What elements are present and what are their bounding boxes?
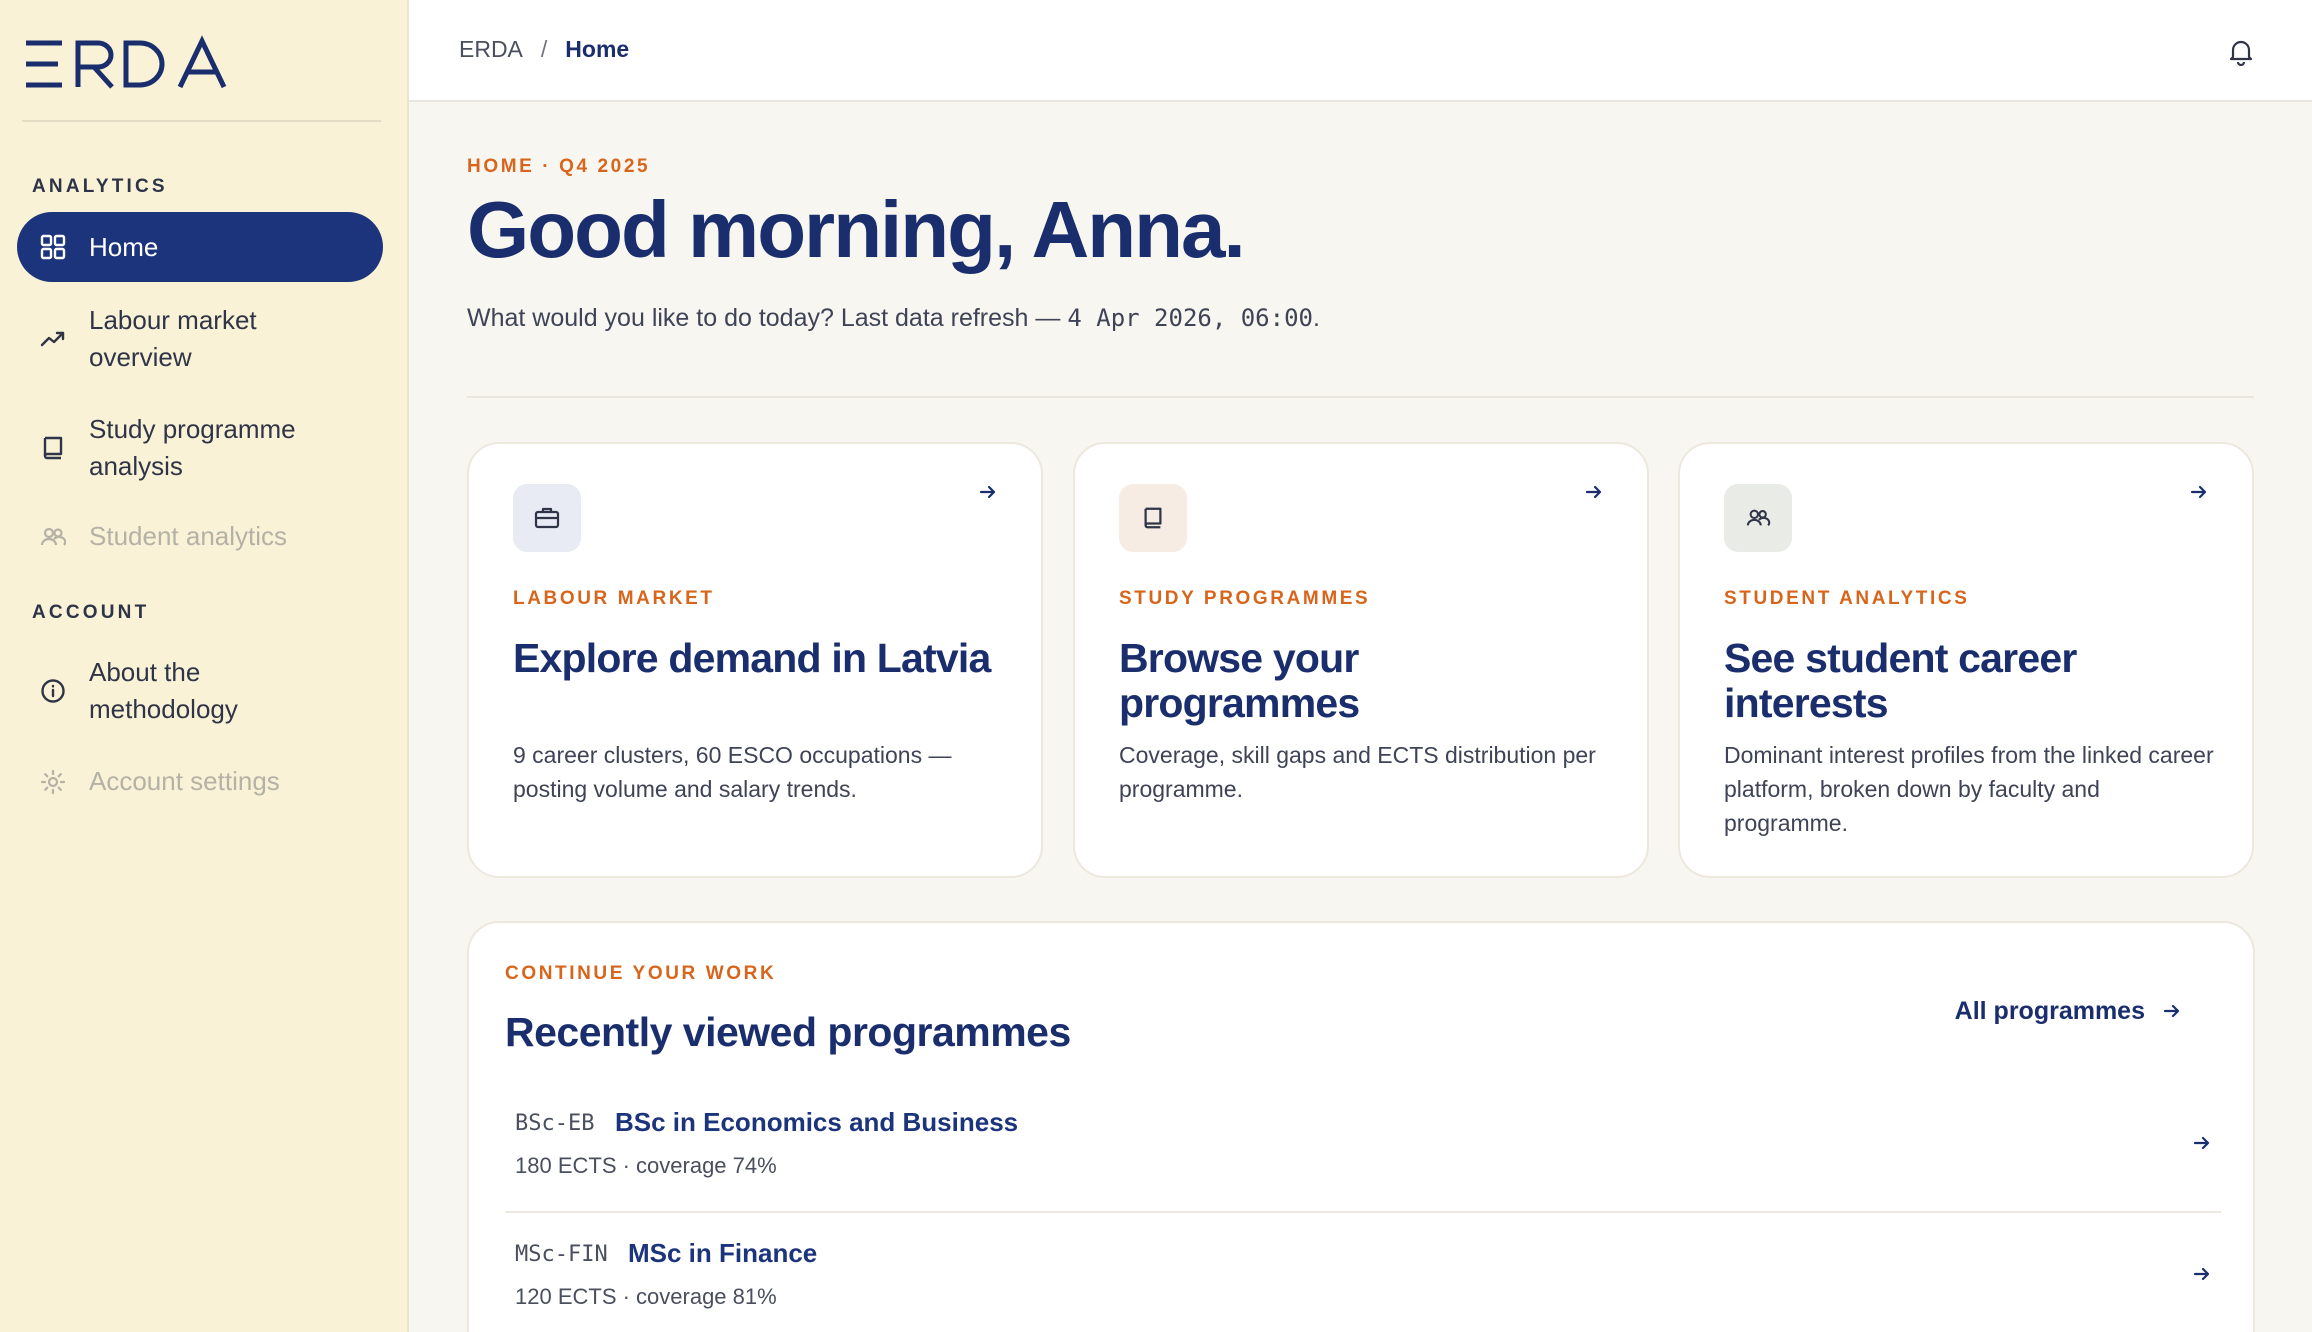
arrow-right-icon (2163, 997, 2181, 1026)
programme-meta: 180 ECTS · coverage 74% (515, 1153, 777, 1178)
erda-logo-wordmark (26, 35, 227, 89)
users-icon (17, 524, 89, 550)
label-line-2: analysis (89, 451, 183, 481)
sidebar-item-label: Labour market overview (89, 302, 257, 376)
subline-text: What would you like to do today? Last da… (467, 304, 1068, 332)
book-icon (17, 435, 89, 461)
section-label-analytics: ANALYTICS (32, 176, 168, 197)
card-description: Dominant interest profiles from the link… (1724, 742, 2214, 836)
grid-icon (17, 234, 89, 260)
logo-divider (22, 120, 381, 122)
sidebar-item-label: About the methodology (89, 654, 238, 728)
hero-eyebrow: HOME · Q4 2025 (467, 156, 651, 177)
arrow-right-icon (1585, 484, 1603, 505)
recent-eyebrow: CONTINUE YOUR WORK (505, 963, 777, 984)
label-line-2: overview (89, 342, 192, 372)
card-description: 9 career clusters, 60 ESCO occupations —… (513, 742, 952, 802)
sidebar-item-student-analytics: Student analytics (17, 518, 383, 555)
sidebar-item-label: Home (89, 231, 159, 262)
card-labour-market[interactable]: LABOUR MARKET Explore demand in Latvia 9… (467, 442, 1043, 878)
notifications-button[interactable] (2228, 38, 2254, 69)
label-line-1: About the (89, 657, 201, 687)
label-line-1: Labour market (89, 305, 257, 335)
sidebar-item-home[interactable]: Home (17, 212, 383, 282)
all-programmes-label: All programmes (1954, 997, 2145, 1025)
programme-row[interactable]: BSc-EB BSc in Economics and Business 180… (505, 1083, 2221, 1213)
recently-viewed-panel: CONTINUE YOUR WORK Recently viewed progr… (467, 921, 2255, 1332)
sidebar-item-label: Account settings (89, 766, 280, 796)
users-icon (1724, 484, 1792, 552)
breadcrumb-current: Home (565, 36, 630, 62)
breadcrumb-root-link[interactable]: ERDA (459, 36, 523, 63)
briefcase-icon (513, 484, 581, 552)
refresh-timestamp: 4 Apr 2026, 06:00 (1067, 304, 1313, 332)
subline-suffix: . (1312, 304, 1320, 332)
programme-name: MSc in Finance (628, 1238, 818, 1268)
card-eyebrow: STUDENT ANALYTICS (1724, 588, 1970, 609)
hero-divider (467, 396, 2254, 398)
bell-icon (2228, 40, 2254, 69)
hero-subline: What would you like to do today? Last da… (467, 304, 1320, 333)
card-title: See student career interests (1724, 635, 2077, 726)
card-title: Browse your programmes (1119, 635, 1360, 726)
arrow-right-icon (2190, 484, 2208, 505)
sidebar-item-labour-market[interactable]: Labour market overview (17, 302, 383, 376)
sidebar: ANALYTICS Home Labour market overview Stu… (0, 0, 409, 1332)
programme-meta: 120 ECTS · coverage 81% (515, 1284, 777, 1309)
sidebar-item-label: Study programme analysis (89, 411, 296, 485)
gear-icon (17, 769, 89, 795)
sidebar-item-label: Student analytics (89, 521, 288, 551)
programme-row[interactable]: MSc-FIN MSc in Finance 120 ECTS · covera… (505, 1214, 2221, 1332)
card-student-analytics[interactable]: STUDENT ANALYTICS See student career int… (1678, 442, 2254, 878)
programme-code: BSc-EB (515, 1111, 595, 1136)
sidebar-item-account-settings: Account settings (17, 763, 383, 800)
recent-title: Recently viewed programmes (505, 1009, 1071, 1055)
info-icon (17, 678, 89, 704)
arrow-right-icon (2193, 1266, 2211, 1287)
top-bar: ERDA / Home (409, 0, 2312, 102)
section-label-account: ACCOUNT (32, 602, 150, 623)
label-line-2: methodology (89, 694, 238, 724)
programme-name: BSc in Economics and Business (615, 1107, 1019, 1137)
card-eyebrow: STUDY PROGRAMMES (1119, 588, 1371, 609)
arrow-right-icon (979, 484, 997, 505)
card-eyebrow: LABOUR MARKET (513, 588, 715, 609)
breadcrumb-separator: / (540, 36, 548, 62)
programme-code: MSc-FIN (515, 1242, 608, 1267)
book-icon (1119, 484, 1187, 552)
all-programmes-link[interactable]: All programmes (1955, 997, 2181, 1026)
trend-up-icon (17, 326, 89, 352)
page-greeting: Good morning, Anna. (467, 185, 1246, 274)
label-line-1: Study programme (89, 414, 296, 444)
sidebar-item-methodology[interactable]: About the methodology (17, 654, 383, 728)
erda-logo[interactable] (22, 34, 244, 94)
card-title: Explore demand in Latvia (513, 635, 991, 681)
card-description: Coverage, skill gaps and ECTS distributi… (1119, 742, 1596, 802)
sidebar-item-study-programme[interactable]: Study programme analysis (17, 411, 383, 485)
breadcrumb: ERDA / Home (459, 36, 629, 63)
arrow-right-icon (2193, 1135, 2211, 1156)
card-study-programmes[interactable]: STUDY PROGRAMMES Browse your programmes … (1073, 442, 1649, 878)
